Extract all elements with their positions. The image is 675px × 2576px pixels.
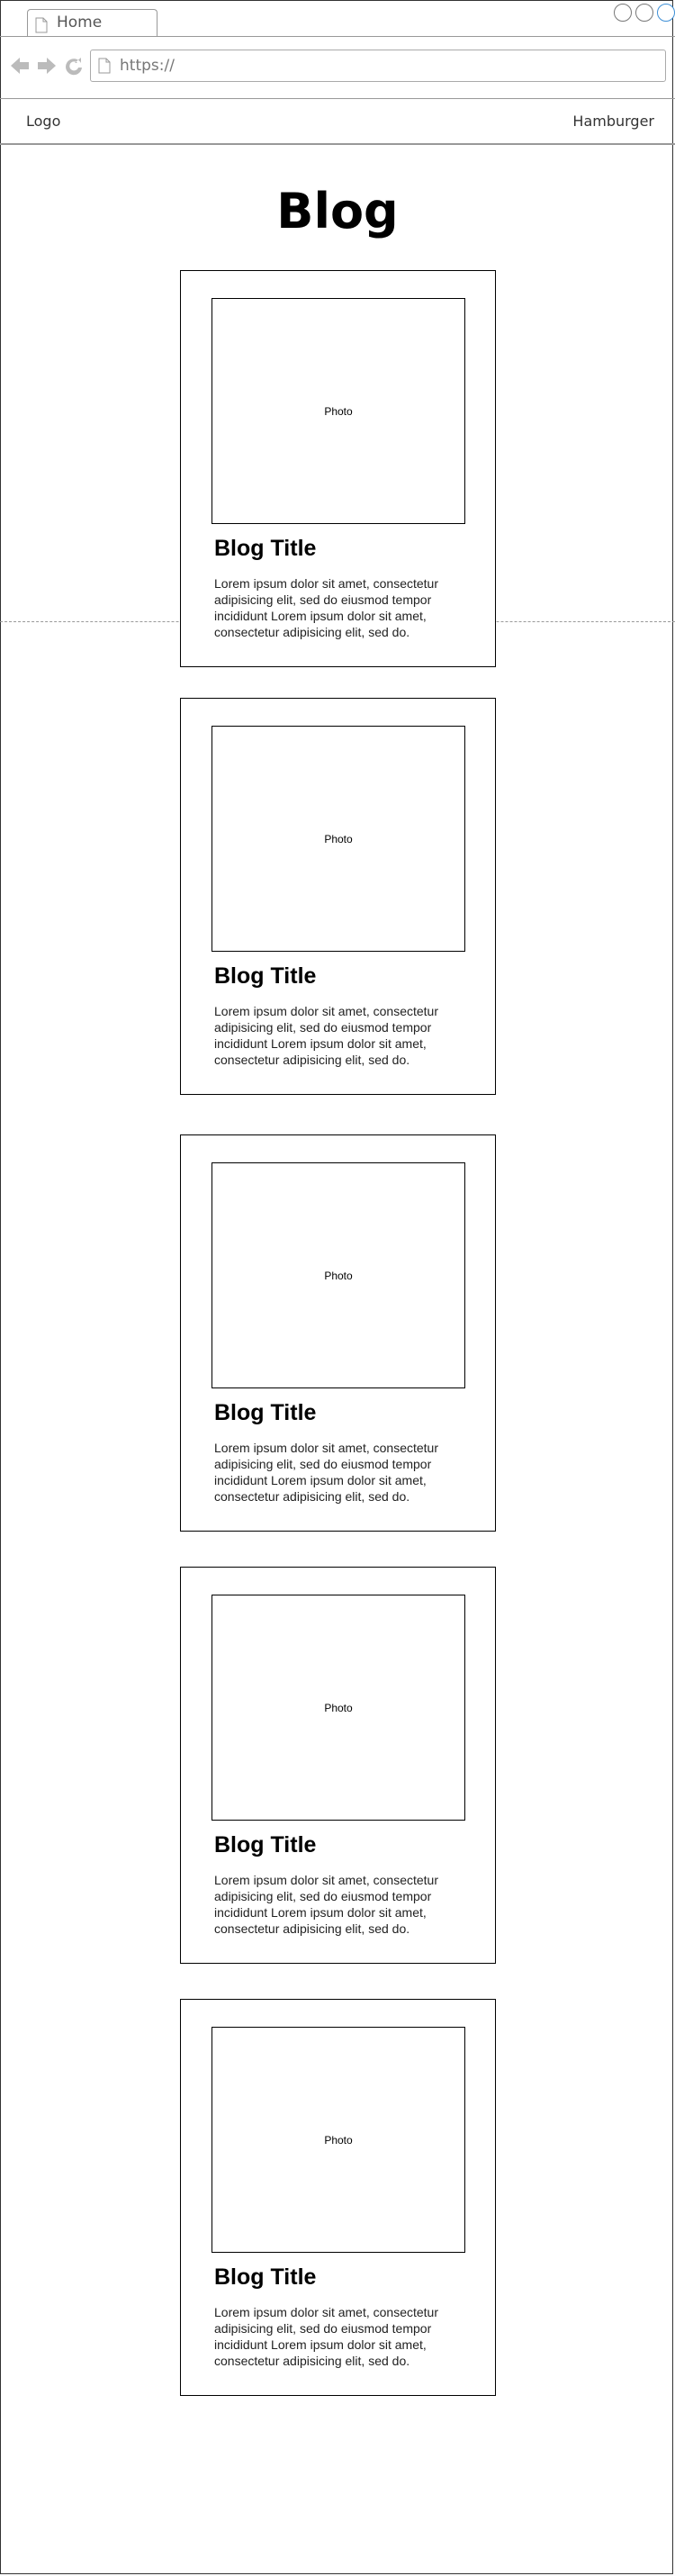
photo-label: Photo [324,1701,353,1714]
tab-label: Home [57,14,103,32]
blog-title[interactable]: Blog Title [214,2264,316,2291]
blog-excerpt: Lorem ipsum dolor sit amet, consectetur … [214,1004,438,1067]
page-title: Blog [276,183,399,240]
blog-card[interactable]: Photo Blog Title Lorem ipsum dolor sit a… [180,270,496,667]
window-controls [614,4,675,22]
photo-label: Photo [324,2133,353,2147]
tab-home[interactable]: Home [27,9,158,37]
blog-excerpt: Lorem ipsum dolor sit amet, consectetur … [214,2305,438,2368]
blog-title[interactable]: Blog Title [214,963,316,990]
photo-label: Photo [324,832,353,845]
blog-photo[interactable]: Photo [212,1162,465,1388]
blog-excerpt: Lorem ipsum dolor sit amet, consectetur … [214,1441,438,1504]
url-input[interactable]: https:// [90,50,666,82]
hamburger-menu-button[interactable]: Hamburger [572,113,654,130]
address-bar: https:// [0,37,675,99]
tab-bar: Home [0,0,675,37]
close-button[interactable] [657,4,675,22]
blog-excerpt: Lorem ipsum dolor sit amet, consectetur … [214,576,438,639]
blog-card[interactable]: Photo Blog Title Lorem ipsum dolor sit a… [180,1567,496,1964]
logo[interactable]: Logo [26,113,60,130]
minimize-button[interactable] [614,4,632,22]
blog-photo[interactable]: Photo [212,298,465,524]
photo-label: Photo [324,404,353,418]
page-icon [35,17,48,38]
blog-card[interactable]: Photo Blog Title Lorem ipsum dolor sit a… [180,1999,496,2396]
reload-icon[interactable] [63,55,85,81]
blog-photo[interactable]: Photo [212,1595,465,1821]
photo-label: Photo [324,1269,353,1282]
arrow-right-icon[interactable] [36,55,58,81]
arrow-left-icon[interactable] [9,55,31,81]
blog-title[interactable]: Blog Title [214,536,316,562]
blog-excerpt: Lorem ipsum dolor sit amet, consectetur … [214,1873,438,1936]
site-header: Logo Hamburger [0,99,675,145]
blog-card[interactable]: Photo Blog Title Lorem ipsum dolor sit a… [180,1134,496,1532]
page-icon [98,58,111,78]
blog-card[interactable]: Photo Blog Title Lorem ipsum dolor sit a… [180,698,496,1095]
blog-title[interactable]: Blog Title [214,1400,316,1426]
blog-photo[interactable]: Photo [212,2027,465,2253]
blog-photo[interactable]: Photo [212,726,465,952]
url-text: https:// [120,57,175,75]
blog-title[interactable]: Blog Title [214,1832,316,1858]
maximize-button[interactable] [635,4,653,22]
